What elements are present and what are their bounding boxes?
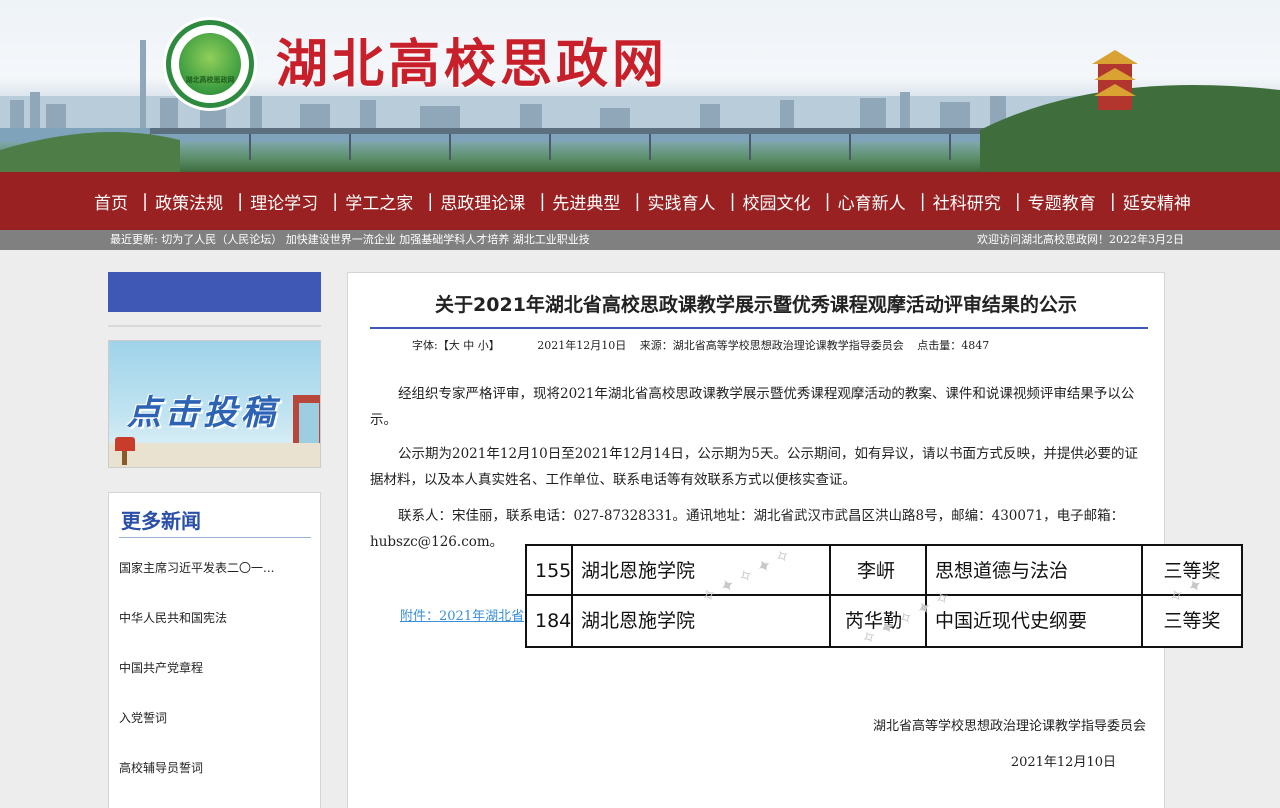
mailbox-icon xyxy=(115,437,135,451)
welcome-date: 欢迎访问湖北高校思政网！2022年3月2日 xyxy=(977,233,1184,246)
results-table-excerpt: 155 湖北恩施学院 李岍 思想道德与法治 三等奖 184 湖北恩施学院 芮华勤… xyxy=(525,544,1243,648)
news-item[interactable]: 国家主席习近平发表二〇一... xyxy=(119,559,274,576)
font-size-switcher[interactable]: 字体:【大 中 小】 xyxy=(412,339,500,352)
table-cell-course: 中国近现代史纲要 xyxy=(927,596,1143,646)
article-paragraph: 公示期为2021年12月10日至2021年12月14日，公示期为5天。公示期间，… xyxy=(370,446,1139,488)
table-cell-school: 湖北恩施学院 xyxy=(573,546,831,596)
table-cell-name: 芮华勤 xyxy=(831,596,927,646)
nav-item-social-science[interactable]: 社科研究 xyxy=(927,189,1007,214)
nav-item-mental-health[interactable]: 心育新人 xyxy=(832,189,912,214)
nav-separator: | xyxy=(729,190,736,212)
nav-separator: | xyxy=(1014,190,1021,212)
ground-strip xyxy=(109,443,320,467)
nav-item-theory[interactable]: 理论学习 xyxy=(244,189,324,214)
nav-item-student-affairs[interactable]: 学工之家 xyxy=(339,189,419,214)
nav-separator: | xyxy=(1109,190,1116,212)
signature-org: 湖北省高等学校思想政治理论课教学指导委员会 xyxy=(872,719,1146,734)
nav-item-campus-culture[interactable]: 校园文化 xyxy=(737,189,817,214)
nav-separator: | xyxy=(634,190,641,212)
news-ticker: 最近更新: 切为了人民（人民论坛） 加快建设世界一流企业 加强基础学科人才培养 … xyxy=(0,230,1280,250)
kiosk-window xyxy=(299,403,319,443)
nav-separator: | xyxy=(539,190,546,212)
nav-item-ideology-course[interactable]: 思政理论课 xyxy=(434,189,531,214)
main-nav: 首页 | 政策法规 | 理论学习 | 学工之家 | 思政理论课 | 先进典型 |… xyxy=(0,172,1280,230)
table-cell-award: 三等奖 xyxy=(1163,560,1221,582)
submit-label: 点击投稿 xyxy=(127,393,279,433)
nav-separator: | xyxy=(237,190,244,212)
signature-date: 2021年12月10日 xyxy=(1010,755,1116,770)
table-row: 155 湖北恩施学院 李岍 思想道德与法治 三等奖 xyxy=(527,546,1241,596)
table-cell-name: 李岍 xyxy=(831,546,927,596)
nav-item-practice[interactable]: 实践育人 xyxy=(641,189,721,214)
publish-date: 2021年12月10日 xyxy=(537,339,627,352)
attachment-link[interactable]: 附件：2021年湖北省 xyxy=(400,605,524,624)
article-meta: 字体:【大 中 小】 2021年12月10日 来源：湖北省高等学校思想政治理论课… xyxy=(412,337,999,353)
nav-item-models[interactable]: 先进典型 xyxy=(546,189,626,214)
table-cell-school: 湖北恩施学院 xyxy=(573,596,831,646)
article-panel: 关于2021年湖北省高校思政课教学展示暨优秀课程观摩活动评审结果的公示 字体:【… xyxy=(347,272,1165,808)
table-cell-no: 155 xyxy=(527,546,573,596)
header-banner: 湖北高校思政网 湖北高校思政网 xyxy=(0,0,1280,172)
table-cell-award: 三等奖 xyxy=(1163,610,1221,632)
submit-article-banner[interactable]: 点击投稿 xyxy=(108,340,321,468)
table-cell-no: 184 xyxy=(527,596,573,646)
sidebar-divider xyxy=(108,325,321,327)
mailbox-post xyxy=(122,451,127,465)
site-logo[interactable]: 湖北高校思政网 xyxy=(166,20,254,108)
news-item[interactable]: 高校辅导员誓词 xyxy=(119,759,203,776)
table-cell-course: 思想道德与法治 xyxy=(927,546,1143,596)
article-title: 关于2021年湖北省高校思政课教学展示暨优秀课程观摩活动评审结果的公示 xyxy=(435,294,1077,316)
nav-separator: | xyxy=(332,190,339,212)
article-paragraph: 经组织专家严格评审，现将2021年湖北省高校思政课教学展示暨优秀课程观摩活动的教… xyxy=(370,386,1135,428)
sidebar-search-bar xyxy=(108,272,321,312)
nav-separator: | xyxy=(427,190,434,212)
news-item[interactable]: 入党誓词 xyxy=(119,709,167,726)
table-row: 184 湖北恩施学院 芮华勤 中国近现代史纲要 三等奖 xyxy=(527,596,1241,646)
more-news-panel: 更多新闻 国家主席习近平发表二〇一... 中华人民共和国宪法 中国共产党章程 入… xyxy=(108,492,321,808)
nav-separator: | xyxy=(919,190,926,212)
nav-separator: | xyxy=(142,190,149,212)
more-news-title: 更多新闻 xyxy=(121,509,201,533)
logo-caption: 湖北高校思政网 xyxy=(185,75,235,84)
nav-item-special-topics[interactable]: 专题教育 xyxy=(1022,189,1102,214)
site-title: 湖北高校思政网 xyxy=(276,35,669,95)
news-item[interactable]: 中华人民共和国宪法 xyxy=(119,609,227,626)
nav-item-policy[interactable]: 政策法规 xyxy=(149,189,229,214)
nav-separator: | xyxy=(824,190,831,212)
news-item[interactable]: 中国共产党章程 xyxy=(119,659,203,676)
nav-item-home[interactable]: 首页 xyxy=(88,189,134,214)
latest-updates-marquee[interactable]: 最近更新: 切为了人民（人民论坛） 加快建设世界一流企业 加强基础学科人才培养 … xyxy=(110,230,680,250)
click-count: 点击量：4847 xyxy=(917,339,990,352)
article-title-rule xyxy=(370,327,1148,329)
article-source: 来源：湖北省高等学校思想政治理论课教学指导委员会 xyxy=(639,339,904,352)
more-news-divider xyxy=(119,537,311,538)
nav-item-yanan-spirit[interactable]: 延安精神 xyxy=(1117,189,1197,214)
tree-emblem-icon xyxy=(179,33,241,95)
